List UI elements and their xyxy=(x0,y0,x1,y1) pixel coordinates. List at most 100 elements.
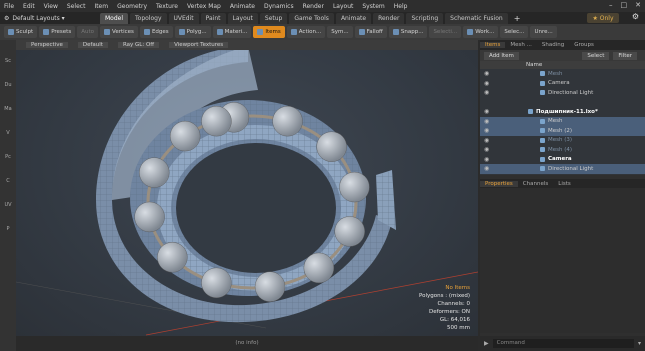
tree-row[interactable]: ◉ Mesh (4) xyxy=(480,145,645,155)
menu-item-render[interactable]: Render xyxy=(303,3,324,10)
menu-item-item[interactable]: Item xyxy=(94,3,108,10)
viewport-textures-dropdown[interactable]: Viewport Textures xyxy=(169,42,229,48)
tree-row[interactable]: ◉ Mesh xyxy=(480,69,645,79)
snapping-button[interactable]: Snapp... xyxy=(388,26,428,38)
layouts-dropdown[interactable]: ⚙ Default Layouts ▾ xyxy=(0,15,100,22)
selection-sets-button[interactable]: Selecti... xyxy=(429,26,462,38)
left-tab-1[interactable]: Du xyxy=(0,82,16,88)
filter-button[interactable]: Filter xyxy=(613,51,637,60)
tree-row[interactable]: ◉ Mesh (2) xyxy=(480,126,645,136)
auto-button[interactable]: Auto xyxy=(77,26,98,38)
bottom-tab-lists[interactable]: Lists xyxy=(553,181,575,187)
name-column-header[interactable]: Name xyxy=(480,61,645,69)
add-layout-icon[interactable]: + xyxy=(514,14,521,23)
layout-tab-animate[interactable]: Animate xyxy=(335,12,372,24)
maximize-icon[interactable]: □ xyxy=(621,1,628,9)
layout-tab-schematic-fusion[interactable]: Schematic Fusion xyxy=(445,12,508,24)
panel-tab-2[interactable]: Shading xyxy=(537,42,569,48)
falloff-button[interactable]: Falloff xyxy=(354,26,387,38)
layout-tab-model[interactable]: Model xyxy=(100,12,129,24)
layout-tab-paint[interactable]: Paint xyxy=(200,12,226,24)
menu-item-help[interactable]: Help xyxy=(394,3,408,10)
visibility-eye-icon[interactable]: ◉ xyxy=(484,127,492,134)
layout-tab-game-tools[interactable]: Game Tools xyxy=(289,12,334,24)
materials-button[interactable]: Materi... xyxy=(212,26,252,38)
command-input[interactable]: Command xyxy=(492,339,634,348)
visibility-eye-icon[interactable]: ◉ xyxy=(484,156,492,163)
items-button[interactable]: Items xyxy=(253,26,285,38)
only-button[interactable]: ★ Only xyxy=(587,13,619,23)
edges-button[interactable]: Edges xyxy=(139,26,173,38)
menu-item-edit[interactable]: Edit xyxy=(23,3,35,10)
tree-row[interactable]: ◉ Directional Light xyxy=(480,164,645,174)
left-tab-3[interactable]: V xyxy=(0,130,16,136)
panel-tab-3[interactable]: Groups xyxy=(569,42,599,48)
tree-row[interactable]: ◉ Camera xyxy=(480,79,645,89)
menu-item-view[interactable]: View xyxy=(44,3,58,10)
tree-row[interactable]: ◉ Mesh (3) xyxy=(480,136,645,146)
symmetry-button[interactable]: Sym... xyxy=(327,26,353,38)
settings-gear-icon[interactable]: ⚙ xyxy=(632,12,639,21)
menu-item-texture[interactable]: Texture xyxy=(156,3,178,10)
layout-tab-uvedit[interactable]: UVEdit xyxy=(168,12,199,24)
menu-item-select[interactable]: Select xyxy=(67,3,86,10)
workplane-button[interactable]: Work... xyxy=(463,26,499,38)
layout-tab-setup[interactable]: Setup xyxy=(259,12,288,24)
menu-item-file[interactable]: File xyxy=(4,3,14,10)
view-mode-dropdown[interactable]: Perspective xyxy=(26,42,68,48)
tree-row[interactable] xyxy=(480,98,645,108)
command-bar: ▶ Command ▾ xyxy=(480,336,645,351)
left-tab-0[interactable]: Sc xyxy=(0,58,16,64)
visibility-eye-icon[interactable]: ◉ xyxy=(484,118,492,125)
tree-row[interactable]: ◉ Подшипник-11.lxo* xyxy=(480,107,645,117)
sculpt-button[interactable]: Sculpt xyxy=(4,26,38,38)
menu-item-dynamics[interactable]: Dynamics xyxy=(264,3,294,10)
visibility-eye-icon[interactable]: ◉ xyxy=(484,89,492,96)
left-tab-5[interactable]: C xyxy=(0,178,16,184)
ball-bearing xyxy=(134,201,165,233)
deformers-info: Deformers: ON xyxy=(429,309,470,315)
3d-viewport[interactable]: No Items Polygons : (mixed) Channels: 0 … xyxy=(16,50,478,336)
close-icon[interactable]: ✕ xyxy=(635,1,641,9)
unreal-button[interactable]: Unre... xyxy=(530,26,557,38)
menu-item-geometry[interactable]: Geometry xyxy=(117,3,147,10)
panel-tab-0[interactable]: Items xyxy=(480,42,506,48)
menu-item-layout[interactable]: Layout xyxy=(333,3,353,10)
menu-item-system[interactable]: System xyxy=(362,3,384,10)
tree-row[interactable]: ◉ Camera xyxy=(480,155,645,165)
left-tab-4[interactable]: Pc xyxy=(0,154,16,160)
presets-button[interactable]: Presets xyxy=(39,26,76,38)
command-history-icon[interactable]: ▾ xyxy=(638,340,641,347)
add-item-button[interactable]: Add Item xyxy=(484,51,519,60)
bottom-tab-channels[interactable]: Channels xyxy=(518,181,553,187)
action-center-button[interactable]: Action... xyxy=(286,26,326,38)
select-button-panel[interactable]: Select xyxy=(582,51,610,60)
left-tab-7[interactable]: P xyxy=(0,226,16,232)
layout-tab-render[interactable]: Render xyxy=(373,12,405,24)
layout-tab-scripting[interactable]: Scripting xyxy=(406,12,444,24)
polygons-button[interactable]: Polyg... xyxy=(174,26,211,38)
raygl-dropdown[interactable]: Ray GL: Off xyxy=(117,42,160,48)
shading-dropdown[interactable]: Default xyxy=(77,42,108,48)
left-tab-6[interactable]: UV xyxy=(0,202,16,208)
visibility-eye-icon[interactable]: ◉ xyxy=(484,108,492,115)
visibility-eye-icon[interactable]: ◉ xyxy=(484,146,492,153)
select-button[interactable]: Selec... xyxy=(500,26,529,38)
tree-row[interactable]: ◉ Directional Light xyxy=(480,88,645,98)
layout-tab-topology[interactable]: Topology xyxy=(130,12,167,24)
visibility-eye-icon[interactable]: ◉ xyxy=(484,80,492,87)
panel-tab-1[interactable]: Mesh ... xyxy=(505,42,536,48)
left-tab-2[interactable]: Ma xyxy=(0,106,16,112)
minimize-icon[interactable]: – xyxy=(609,1,613,9)
tree-row[interactable]: ◉ Mesh xyxy=(480,116,645,126)
vertices-icon xyxy=(103,29,110,35)
visibility-eye-icon[interactable]: ◉ xyxy=(484,165,492,172)
visibility-eye-icon[interactable]: ◉ xyxy=(484,70,492,77)
gl-info: GL: 64,016 xyxy=(439,317,470,323)
visibility-eye-icon[interactable]: ◉ xyxy=(484,137,492,144)
menu-item-animate[interactable]: Animate xyxy=(230,3,255,10)
vertices-button[interactable]: Vertices xyxy=(99,26,138,38)
menu-item-vertex-map[interactable]: Vertex Map xyxy=(187,3,221,10)
layout-tab-layout[interactable]: Layout xyxy=(227,12,258,24)
bottom-tab-properties[interactable]: Properties xyxy=(480,180,518,187)
